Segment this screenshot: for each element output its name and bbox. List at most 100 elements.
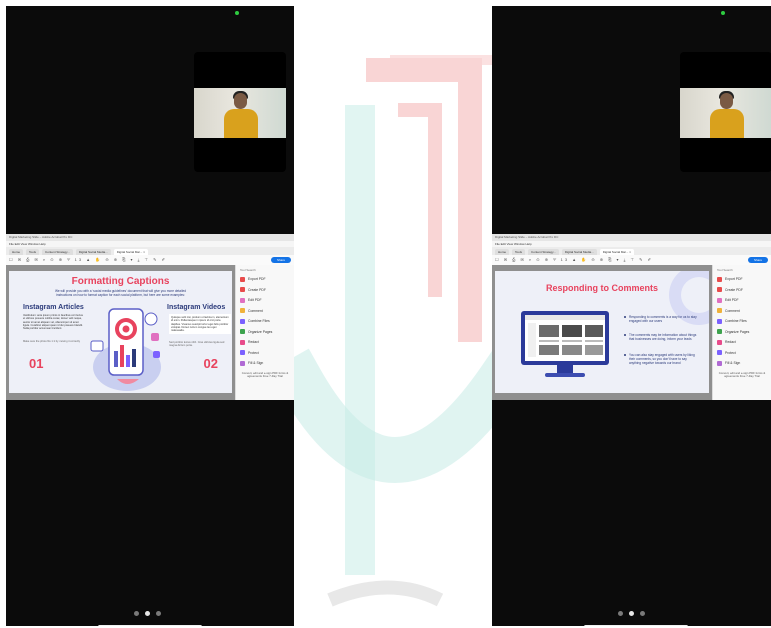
camera-indicator-icon	[235, 11, 239, 15]
tool-label: Protect	[725, 350, 736, 355]
tool-organize-pages[interactable]: Organize Pages	[713, 327, 771, 338]
create-pdf-icon	[717, 287, 722, 293]
tool-comment[interactable]: Comment	[236, 306, 294, 317]
participant-head	[720, 93, 733, 109]
bullet-3: You can also stay engaged with users by …	[624, 353, 699, 365]
tool-label: Organize Pages	[725, 329, 750, 334]
tool-label: Combine Files	[248, 319, 270, 324]
create-pdf-icon	[240, 287, 245, 293]
fill-sign-icon	[240, 360, 245, 366]
participant-video	[194, 88, 286, 138]
edit-pdf-icon	[717, 297, 722, 303]
participant-body	[224, 109, 258, 138]
tools-side-panel: Tool Search Export PDF Create PDF Edit P…	[712, 265, 771, 400]
tab-bar: Home Tools Content Strategy... Digital S…	[6, 247, 294, 255]
bullet-2: The comments may be information about th…	[624, 333, 699, 341]
page-dot-active	[145, 611, 150, 616]
edit-pdf-icon	[240, 297, 245, 303]
tool-create-pdf[interactable]: Create PDF	[236, 285, 294, 296]
tool-label: Export PDF	[725, 277, 743, 282]
shared-screen: Digital Marketing Slide – Adobe Acrobat …	[6, 234, 294, 400]
tool-label: Protect	[248, 350, 259, 355]
share-button[interactable]: Share	[271, 257, 291, 263]
phone-screen-left: Digital Marketing Slide – Adobe Acrobat …	[6, 6, 294, 626]
tool-comment[interactable]: Comment	[713, 306, 771, 317]
page-dot	[640, 611, 645, 616]
tool-protect[interactable]: Protect	[713, 348, 771, 359]
tool-label: Create PDF	[725, 287, 743, 292]
protect-icon	[240, 350, 245, 356]
tool-export-pdf[interactable]: Export PDF	[713, 274, 771, 285]
number-01: 01	[29, 356, 44, 371]
tool-label: Export PDF	[248, 277, 266, 282]
organize-pages-icon	[717, 329, 722, 335]
instagram-videos-heading: Instagram Videos	[167, 304, 226, 311]
tool-label: Fill & Sign	[248, 361, 264, 366]
tab-bar: Home Tools Content Strategy... Digital S…	[492, 247, 771, 255]
tool-fill-sign[interactable]: Fill & Sign	[713, 358, 771, 369]
page-indicator[interactable]	[134, 611, 161, 616]
comment-icon	[717, 308, 722, 314]
tool-label: Combine Files	[725, 319, 747, 324]
tool-combine-files[interactable]: Combine Files	[236, 316, 294, 327]
tools-header: Tool Search	[717, 268, 733, 272]
tool-edit-pdf[interactable]: Edit PDF	[236, 295, 294, 306]
tool-label: Fill & Sign	[725, 361, 741, 366]
window-title: Digital Marketing Slide – Adobe Acrobat …	[492, 234, 771, 241]
window-title: Digital Marketing Slide – Adobe Acrobat …	[6, 234, 294, 241]
tool-label: Redact	[248, 340, 259, 345]
fill-sign-icon	[717, 360, 722, 366]
page-dot-active	[629, 611, 634, 616]
tool-export-pdf[interactable]: Export PDF	[236, 274, 294, 285]
tool-label: Comment	[248, 308, 263, 313]
instagram-articles-heading: Instagram Articles	[23, 304, 84, 311]
tool-edit-pdf[interactable]: Edit PDF	[713, 295, 771, 306]
tool-label: Edit PDF	[725, 298, 739, 303]
slide-title: Formatting Captions	[71, 276, 170, 287]
number-02: 02	[203, 356, 218, 371]
slide-subtitle: We will provide you with a ‘social media…	[54, 289, 187, 297]
combine-files-icon	[717, 318, 722, 324]
page-indicator[interactable]	[618, 611, 645, 616]
document-area: Formatting Captions We will provide you …	[6, 265, 236, 400]
tool-label: Comment	[725, 308, 740, 313]
protect-icon	[717, 350, 722, 356]
tool-label: Create PDF	[248, 287, 266, 292]
camera-indicator-icon	[721, 11, 725, 15]
redact-icon	[717, 339, 722, 345]
tool-label: Edit PDF	[248, 298, 262, 303]
trial-footer[interactable]: Convert, edit and e-sign PDF forms & agr…	[236, 369, 294, 382]
participant-body	[710, 109, 744, 138]
phone-marketing-illustration	[90, 308, 161, 391]
tool-label: Organize Pages	[248, 329, 273, 334]
shared-screen: Digital Marketing Slide – Adobe Acrobat …	[492, 234, 771, 400]
page-dot	[156, 611, 161, 616]
comment-icon	[240, 308, 245, 314]
bullet-1: Responding to comments is a way for us t…	[624, 315, 699, 323]
tool-redact[interactable]: Redact	[713, 337, 771, 348]
toolbar-icons[interactable]: ☐ ✉ ⎙ ✉ ⌕ ⊙ ⊕ ⅟ 13 ▲ ✋ ⊖ ⊕ ⎘ ▾ ⤓ ⊤ ✎ ✐	[9, 257, 167, 262]
tool-organize-pages[interactable]: Organize Pages	[236, 327, 294, 338]
instagram-videos-text: Quisque velit nisi, pretium ut lacinia i…	[169, 314, 231, 335]
participant-video	[680, 88, 771, 138]
participant-video-tile[interactable]	[194, 52, 286, 172]
home-indicator[interactable]	[584, 625, 688, 626]
toolbar-icons[interactable]: ☐ ✉ ⎙ ✉ ⌕ ⊙ ⊕ ⅟ 13 ▲ ✋ ⊖ ⊕ ⎘ ▾ ⤓ ⊤ ✎ ✐	[495, 257, 653, 262]
tool-combine-files[interactable]: Combine Files	[713, 316, 771, 327]
participant-head	[234, 93, 247, 109]
participant-video-tile[interactable]	[680, 52, 771, 172]
tool-redact[interactable]: Redact	[236, 337, 294, 348]
page-dot	[618, 611, 623, 616]
tools-side-panel: Tool Search Export PDF Create PDF Edit P…	[235, 265, 294, 400]
tool-create-pdf[interactable]: Create PDF	[713, 285, 771, 296]
slide-decoration	[669, 271, 709, 325]
tool-protect[interactable]: Protect	[236, 348, 294, 359]
home-indicator[interactable]	[98, 625, 202, 626]
trial-footer[interactable]: Convert, edit and e-sign PDF forms & agr…	[713, 369, 771, 382]
tool-fill-sign[interactable]: Fill & Sign	[236, 358, 294, 369]
page-dot	[134, 611, 139, 616]
export-pdf-icon	[240, 276, 245, 282]
instagram-articles-note: Make sure the photo fits 1:1 by moving i…	[23, 340, 81, 343]
share-button[interactable]: Share	[748, 257, 768, 263]
export-pdf-icon	[717, 276, 722, 282]
